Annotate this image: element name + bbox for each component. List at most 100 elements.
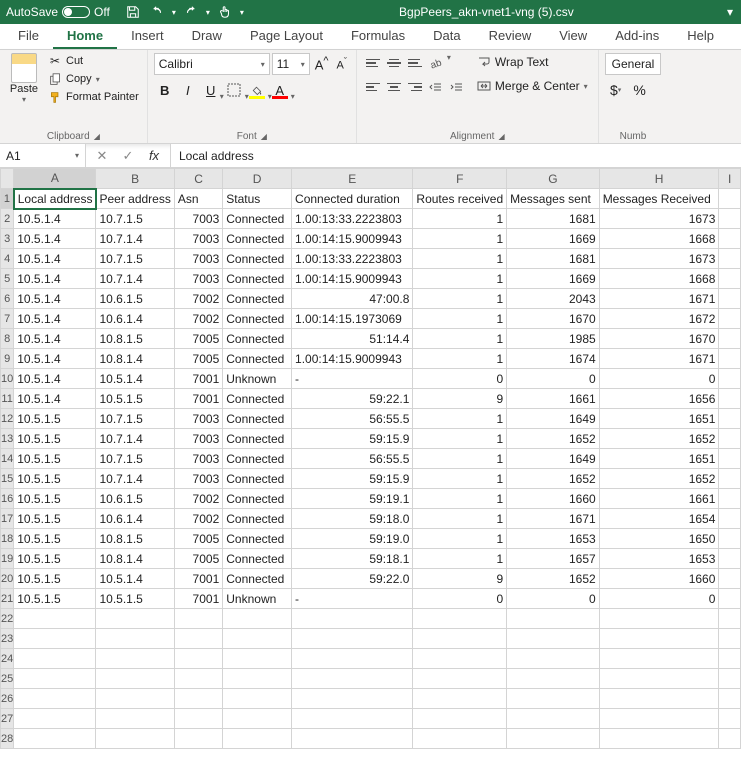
cell[interactable]: 7003 — [174, 249, 222, 269]
cell[interactable] — [223, 629, 292, 649]
cell[interactable]: Connected — [223, 569, 292, 589]
cell[interactable] — [719, 449, 741, 469]
align-middle-button[interactable] — [384, 53, 404, 73]
dialog-launcher[interactable]: ◢ — [498, 132, 504, 141]
cell[interactable] — [719, 309, 741, 329]
row-header[interactable]: 14 — [1, 449, 14, 469]
cell[interactable]: 59:18.0 — [292, 509, 413, 529]
font-name-select[interactable]: Calibri▾ — [154, 53, 270, 75]
cell[interactable]: Connected — [223, 449, 292, 469]
row-header[interactable]: 27 — [1, 709, 14, 729]
cell[interactable]: 10.6.1.5 — [96, 289, 174, 309]
cell[interactable]: 10.5.1.4 — [14, 309, 96, 329]
col-header-F[interactable]: F — [413, 169, 507, 189]
cell[interactable] — [413, 689, 507, 709]
dialog-launcher[interactable]: ◢ — [94, 132, 100, 141]
cell[interactable]: 10.7.1.4 — [96, 469, 174, 489]
cell[interactable]: 51:14.4 — [292, 329, 413, 349]
col-header-D[interactable]: D — [223, 169, 292, 189]
cell[interactable] — [719, 249, 741, 269]
cell[interactable] — [719, 409, 741, 429]
cell[interactable]: 1652 — [507, 429, 600, 449]
cell[interactable] — [719, 549, 741, 569]
border-button[interactable]: ▾ — [223, 79, 245, 101]
col-header-H[interactable]: H — [599, 169, 719, 189]
cell[interactable] — [14, 649, 96, 669]
cell[interactable]: 59:19.1 — [292, 489, 413, 509]
cell[interactable]: Local address — [14, 189, 96, 209]
cell[interactable]: 7003 — [174, 449, 222, 469]
cell[interactable]: 1 — [413, 409, 507, 429]
cell[interactable]: Connected — [223, 249, 292, 269]
cell[interactable] — [719, 349, 741, 369]
cell[interactable] — [719, 269, 741, 289]
cell[interactable]: Messages sent — [507, 189, 600, 209]
cell[interactable] — [507, 629, 600, 649]
row-header[interactable]: 28 — [1, 729, 14, 749]
cell[interactable] — [719, 709, 741, 729]
cell[interactable]: 1.00:14:15.1973069 — [292, 309, 413, 329]
cell[interactable] — [174, 629, 222, 649]
cell[interactable]: Connected — [223, 529, 292, 549]
cancel-formula-button[interactable]: ✕ — [90, 146, 114, 166]
cell[interactable] — [413, 669, 507, 689]
cell[interactable]: Connected — [223, 329, 292, 349]
cell[interactable] — [507, 689, 600, 709]
cell[interactable] — [223, 649, 292, 669]
cell[interactable] — [719, 669, 741, 689]
cell[interactable]: 1669 — [507, 269, 600, 289]
cell[interactable]: 10.5.1.5 — [14, 469, 96, 489]
align-center-button[interactable] — [384, 77, 404, 97]
cell[interactable]: 1.00:13:33.2223803 — [292, 209, 413, 229]
cell[interactable]: 1.00:14:15.9009943 — [292, 349, 413, 369]
cell[interactable]: Messages Received — [599, 189, 719, 209]
wrap-text-button[interactable]: Wrap Text — [473, 53, 592, 71]
row-header[interactable]: 10 — [1, 369, 14, 389]
cell[interactable]: 10.7.1.5 — [96, 449, 174, 469]
merge-center-button[interactable]: Merge & Center ▾ — [473, 77, 592, 95]
row-header[interactable]: 23 — [1, 629, 14, 649]
cell[interactable]: 1 — [413, 329, 507, 349]
cell[interactable]: Connected — [223, 509, 292, 529]
cell[interactable]: 10.5.1.5 — [14, 449, 96, 469]
cell[interactable]: 10.5.1.5 — [14, 549, 96, 569]
row-header[interactable]: 5 — [1, 269, 14, 289]
cell[interactable] — [292, 689, 413, 709]
cell[interactable]: 10.5.1.4 — [14, 269, 96, 289]
cell[interactable]: 59:18.1 — [292, 549, 413, 569]
cell[interactable]: 0 — [507, 589, 600, 609]
cell[interactable] — [96, 629, 174, 649]
tab-add-ins[interactable]: Add-ins — [601, 24, 673, 49]
enter-formula-button[interactable]: ✓ — [116, 146, 140, 166]
cell[interactable]: Connected — [223, 549, 292, 569]
cell[interactable] — [719, 489, 741, 509]
align-left-button[interactable] — [363, 77, 383, 97]
increase-indent-button[interactable] — [447, 77, 467, 97]
cell[interactable]: 10.5.1.5 — [14, 529, 96, 549]
cell[interactable] — [719, 569, 741, 589]
cell[interactable]: Connected — [223, 229, 292, 249]
cell[interactable]: Connected — [223, 409, 292, 429]
row-header[interactable]: 24 — [1, 649, 14, 669]
row-header[interactable]: 19 — [1, 549, 14, 569]
row-header[interactable]: 12 — [1, 409, 14, 429]
cell[interactable]: 1 — [413, 269, 507, 289]
cell[interactable]: 1652 — [507, 469, 600, 489]
row-header[interactable]: 16 — [1, 489, 14, 509]
cell[interactable] — [719, 469, 741, 489]
cell[interactable] — [292, 709, 413, 729]
cell[interactable] — [174, 709, 222, 729]
cell[interactable]: 10.5.1.4 — [14, 249, 96, 269]
cell[interactable] — [413, 649, 507, 669]
row-header[interactable]: 18 — [1, 529, 14, 549]
cell[interactable]: 1660 — [507, 489, 600, 509]
cell[interactable]: 59:19.0 — [292, 529, 413, 549]
cell[interactable] — [14, 709, 96, 729]
cell[interactable]: 1681 — [507, 209, 600, 229]
accounting-format-button[interactable]: $▾ — [605, 79, 627, 101]
cell[interactable]: 1668 — [599, 229, 719, 249]
cell[interactable]: Connected — [223, 209, 292, 229]
cell[interactable]: 10.5.1.4 — [14, 389, 96, 409]
cell[interactable] — [413, 629, 507, 649]
row-header[interactable]: 22 — [1, 609, 14, 629]
